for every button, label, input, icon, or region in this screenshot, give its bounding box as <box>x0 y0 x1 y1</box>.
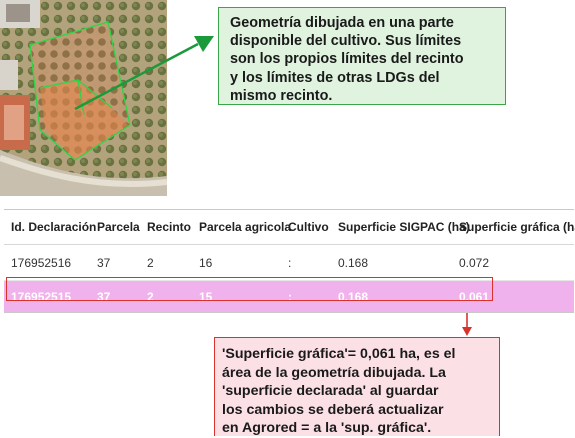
geometry-explanation-callout: Geometría dibujada en una parte disponib… <box>218 7 506 105</box>
callout-top-line: y los límites de otras LDGs del <box>230 69 440 86</box>
row-highlight-box <box>6 277 493 301</box>
callout-bottom-line: en Agrored = a la 'sup. gráfica'. <box>222 420 432 437</box>
callout-bottom-line: área de la geometría dibujada. La <box>222 364 446 381</box>
cell-cultivo: : <box>288 255 292 270</box>
column-header-cultivo[interactable]: Cultivo <box>288 210 329 244</box>
cell-superficie-grafica: 0.072 <box>459 255 490 270</box>
cell-parcela-agricola: 16 <box>199 255 213 270</box>
column-header-parcela[interactable]: Parcela <box>97 210 140 244</box>
callout-bottom-line: los cambios se deberá actualizar <box>222 401 444 418</box>
cell-id-declaracion: 176952516 <box>11 255 72 270</box>
column-header-recinto[interactable]: Recinto <box>147 210 191 244</box>
callout-bottom-line: 'superficie declarada' al guardar <box>222 383 439 400</box>
column-header-parcela-agricola[interactable]: Parcela agricola <box>199 210 291 244</box>
callout-top-line: mismo recinto. <box>230 87 333 104</box>
callout-top-line: disponible del cultivo. Sus límites <box>230 33 462 50</box>
column-header-id-declaracion[interactable]: Id. Declaración <box>11 210 96 244</box>
aerial-map-image <box>0 0 167 196</box>
cell-superficie-sigpac: 0.168 <box>338 255 369 270</box>
callout-bottom-line: 'Superficie gráfica'= 0,061 ha, es el <box>222 346 456 362</box>
table-header-row: Id. Declaración Parcela Recinto Parcela … <box>4 210 575 245</box>
callout-top-line: Geometría dibujada en una parte <box>230 15 454 31</box>
table-row[interactable]: 176952516 37 2 16 : 0.168 0.072 <box>4 245 574 281</box>
column-header-superficie-grafica[interactable]: Superficie gráfica (ha) <box>459 210 575 244</box>
cell-parcela: 37 <box>97 255 111 270</box>
surface-explanation-callout: 'Superficie gráfica'= 0,061 ha, es el ár… <box>214 337 500 436</box>
callout-top-line: son los propios límites del recinto <box>230 51 464 68</box>
green-arrow-head <box>194 36 214 52</box>
red-arrow-head <box>462 327 472 336</box>
cell-recinto: 2 <box>147 255 154 270</box>
column-header-superficie-sigpac[interactable]: Superficie SIGPAC (ha) <box>338 210 470 244</box>
